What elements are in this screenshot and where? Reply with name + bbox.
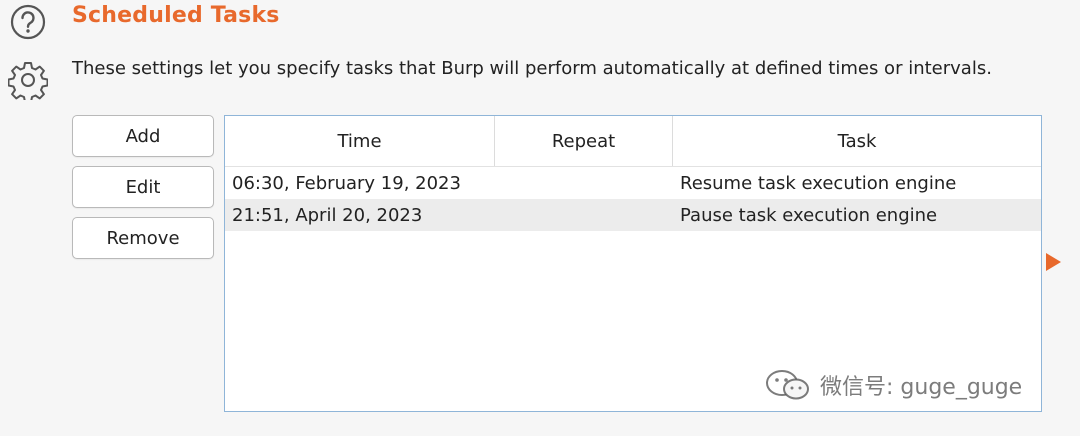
remove-button[interactable]: Remove [72, 217, 214, 259]
cell-time: 21:51, April 20, 2023 [232, 204, 423, 226]
table-row[interactable]: 21:51, April 20, 2023 Pause task executi… [225, 199, 1041, 231]
gear-icon[interactable] [8, 60, 48, 100]
edit-button[interactable]: Edit [72, 166, 214, 208]
page-title: Scheduled Tasks [72, 3, 280, 28]
column-header-repeat[interactable]: Repeat [495, 116, 673, 166]
column-header-time[interactable]: Time [225, 116, 495, 166]
cell-time: 06:30, February 19, 2023 [232, 172, 461, 194]
cell-task: Pause task execution engine [680, 204, 938, 226]
wechat-icon [766, 370, 809, 400]
table-body: 06:30, February 19, 2023 Resume task exe… [225, 167, 1041, 231]
column-header-task[interactable]: Task [673, 116, 1041, 166]
cell-task: Resume task execution engine [680, 172, 957, 194]
arrow-right-icon[interactable] [1046, 253, 1061, 271]
table-header: Time Repeat Task [225, 116, 1041, 167]
watermark: 微信号: guge_guge [764, 368, 1022, 402]
help-icon[interactable] [9, 3, 47, 41]
watermark-text: 微信号: guge_guge [820, 375, 1023, 400]
table-row[interactable]: 06:30, February 19, 2023 Resume task exe… [225, 167, 1041, 199]
add-button[interactable]: Add [72, 115, 214, 157]
section-description: These settings let you specify tasks tha… [72, 58, 992, 79]
